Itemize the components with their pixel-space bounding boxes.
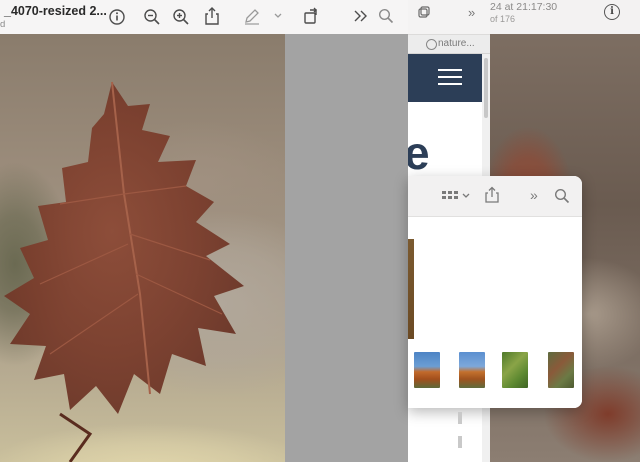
photo-thumbnail[interactable] [548, 352, 574, 388]
more-chevrons-icon[interactable]: » [530, 187, 538, 203]
grid-view-icon[interactable] [441, 189, 471, 203]
more-chevrons-icon[interactable]: » [468, 5, 475, 20]
search-icon[interactable] [378, 8, 394, 24]
divider-mark [458, 412, 462, 424]
search-icon[interactable] [554, 188, 570, 204]
info-icon[interactable] [108, 8, 126, 26]
address-text: nature... [438, 38, 475, 49]
oak-leaf-image [4, 81, 244, 462]
more-chevrons-icon[interactable] [353, 9, 369, 23]
zoom-out-icon[interactable] [143, 8, 161, 26]
address-bar[interactable]: nature... [408, 35, 490, 54]
photo-thumbnail[interactable] [414, 352, 440, 388]
file-title: _4070-resized 2... [4, 4, 107, 18]
background-window-date: 24 at 21:17:30 [490, 1, 558, 13]
photos-panel: » [408, 176, 582, 408]
share-icon[interactable] [484, 186, 500, 204]
info-icon[interactable]: i [604, 4, 620, 20]
site-heading: e [408, 127, 430, 179]
photos-panel-toolbar: » [408, 176, 582, 217]
preview-toolbar: _4070-resized 2... d [0, 0, 408, 35]
browser-scrollbar-thumb[interactable] [484, 58, 488, 118]
browser-toolbar: » [408, 0, 490, 35]
hamburger-menu-icon[interactable] [438, 69, 462, 90]
markup-pen-icon[interactable] [243, 7, 261, 25]
photo-thumbnail[interactable] [502, 352, 528, 388]
chevron-down-icon[interactable] [273, 11, 283, 21]
photo-thumbnail[interactable] [459, 352, 485, 388]
site-header [408, 54, 482, 102]
page-loading-icon [426, 39, 437, 50]
preview-canvas-background [285, 34, 408, 462]
background-window-count: of 176 [490, 14, 516, 24]
background-window-toolbar: 24 at 21:17:30 of 176 i [488, 0, 640, 35]
zoom-in-icon[interactable] [172, 8, 190, 26]
divider-mark [458, 436, 462, 448]
rotate-icon[interactable] [301, 6, 321, 26]
share-icon[interactable] [203, 6, 221, 26]
selected-photo-preview[interactable] [408, 239, 414, 339]
photos-grid [408, 217, 582, 408]
file-subtitle: d [0, 19, 6, 30]
tab-overview-icon[interactable] [418, 6, 430, 18]
